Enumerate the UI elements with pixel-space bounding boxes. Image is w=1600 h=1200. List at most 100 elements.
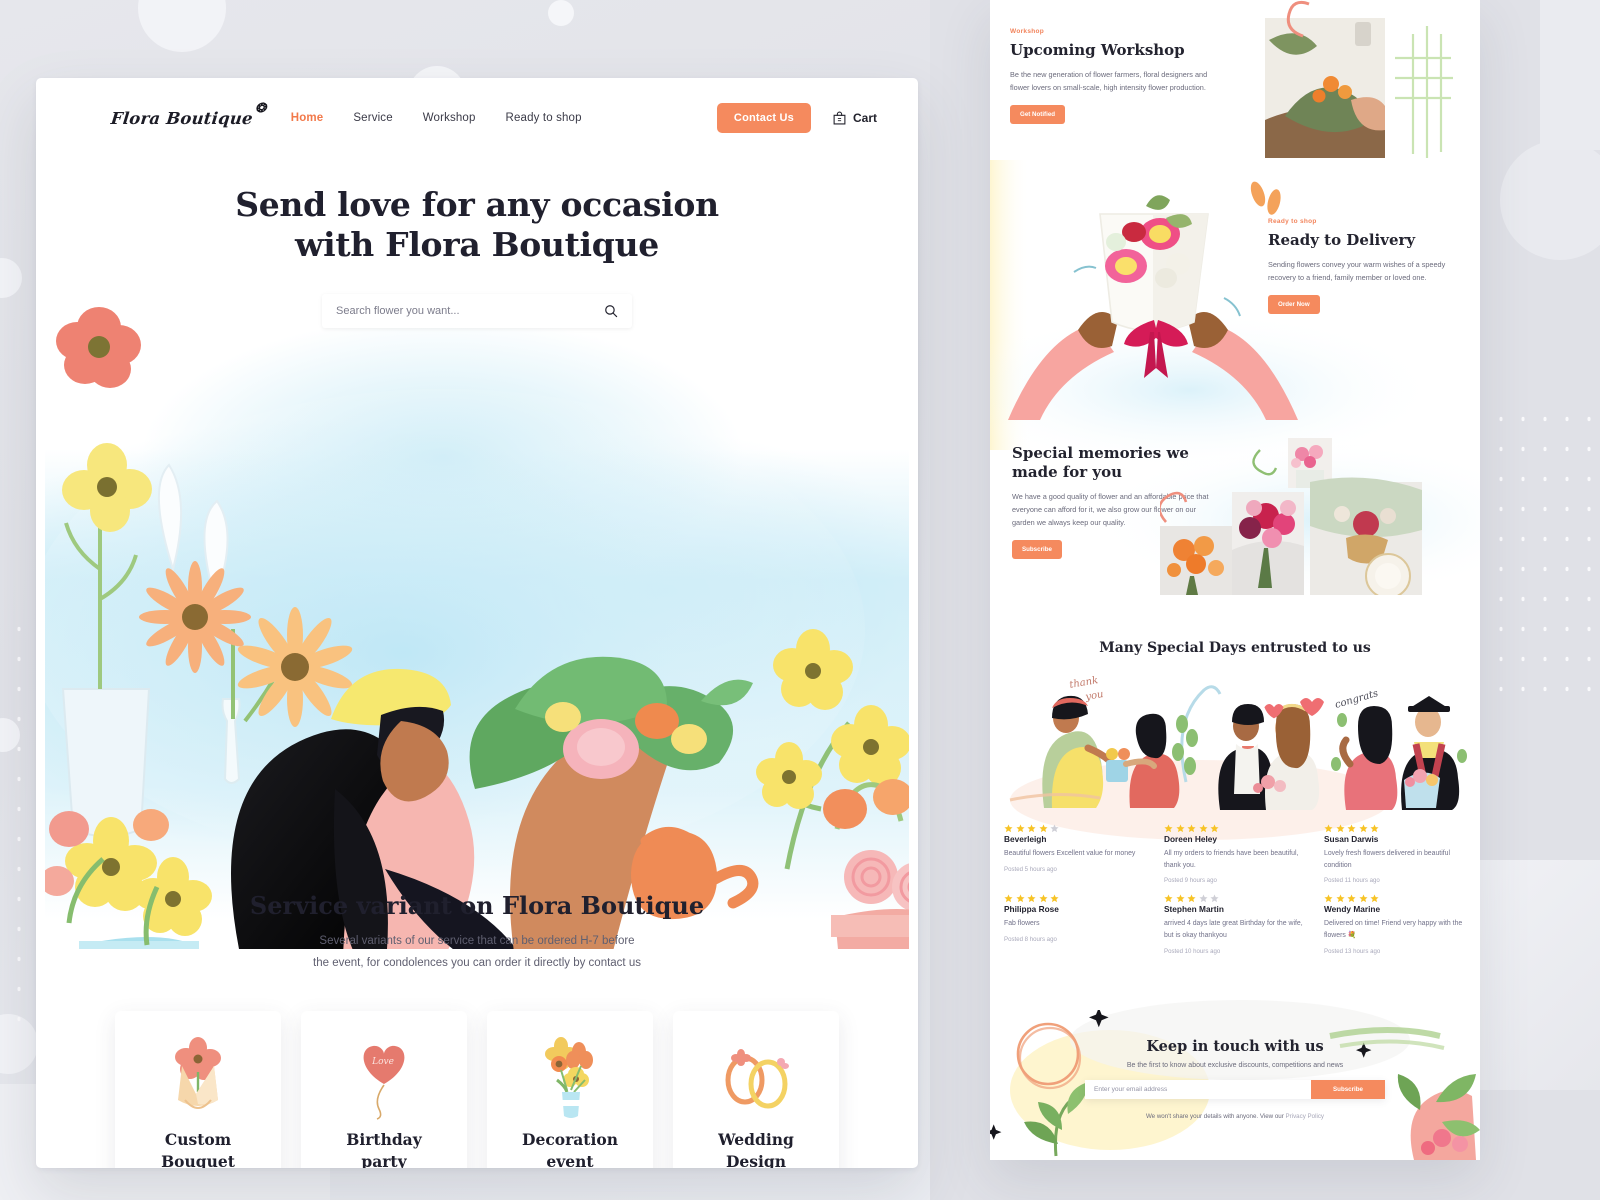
get-notified-button[interactable]: Get Notified [1010,104,1066,124]
reviews-grid: Beverleigh Beautiful flowers Excellent v… [1004,820,1474,955]
review-card: Susan Darwis Lovely fresh flowers delive… [1324,820,1474,884]
star-icon-empty [1050,824,1059,833]
hero-title-line2: with Flora Boutique [295,224,659,264]
butterfly-icon: ❂ [253,99,267,117]
star-icon [1038,894,1048,903]
hero-title: Send love for any occasion with Flora Bo… [45,149,909,264]
thank-you-caption: thank [1069,675,1099,691]
rating-stars [1004,820,1154,833]
service-cards: Custom Bouquet Love Birthday party Decor… [45,1010,909,1168]
special-days-heading: Many Special Days entrusted to us [1099,640,1371,656]
star-icon [1370,894,1379,903]
service-card-decoration-event[interactable]: Decoration event [487,1010,653,1168]
star-icon [1027,894,1036,903]
subscribe-memories-button[interactable]: Subscribe [1012,539,1062,559]
card-label-line2: event [546,1152,594,1168]
contact-us-button[interactable]: Contact Us [716,103,811,133]
scene-thank-you: thank you [1009,675,1180,808]
review-card: Stephen Martin arrived 4 days late great… [1164,890,1314,955]
special-days-illustration: thank you congrats [1009,675,1467,810]
hero-title-line1: Send love for any occasion [235,185,719,224]
star-icon [1335,824,1345,833]
decor-circle-small-1 [548,0,574,26]
service-card-birthday-party[interactable]: Love Birthday party [301,1010,467,1168]
nav-item-ready-to-shop[interactable]: Ready to shop [506,112,582,124]
review-text: Beautiful flowers Excellent value for mo… [1004,850,1136,857]
memories-gallery [1160,438,1422,595]
search-icon[interactable] [604,304,618,318]
logo[interactable]: Flora Boutique ❂ [110,100,267,128]
newsletter-email-input[interactable] [1085,1080,1311,1099]
hero-search-bar[interactable] [322,294,632,329]
homepage-bottom-preview: Workshop Upcoming Workshop Be the new ge… [990,0,1480,1160]
service-card-wedding-design[interactable]: Wedding Design [673,1010,839,1168]
flower-vase-icon [541,1035,599,1121]
nav-item-service[interactable]: Service [353,112,392,124]
card-label-line1: Birthday [346,1129,422,1149]
star-icon-empty [1198,894,1208,903]
rating-stars [1004,890,1154,903]
star-icon [1324,894,1333,903]
review-author: Philippa Rose [1004,904,1059,915]
star-icon [1370,824,1379,833]
service-card-label: Birthday party [346,1129,421,1168]
nav-item-workshop[interactable]: Workshop [423,112,476,124]
search-input[interactable] [336,305,604,318]
newsletter-content: Keep in touch with us Be the first to kn… [990,1010,1480,1120]
review-text: Lovely fresh flowers delivered in beauti… [1324,850,1451,869]
hero-section: Send love for any occasion with Flora Bo… [45,149,909,949]
review-time: Posted 10 hours ago [1164,947,1221,955]
review-time: Posted 8 hours ago [1004,936,1057,944]
scene-wedding [1172,685,1324,810]
star-icon [1358,824,1368,833]
service-card-label: Decoration event [522,1129,618,1168]
service-card-label: Custom Bouquet [161,1129,235,1168]
star-icon [1175,824,1185,833]
star-icon [1347,824,1356,833]
review-card: Wendy Marine Delivered on time! Friend v… [1324,890,1474,955]
order-now-button[interactable]: Order Now [1268,294,1320,314]
star-icon [1015,894,1025,903]
primary-nav: Home Service Workshop Ready to shop [291,112,582,124]
right-yellow-flowers [756,629,909,870]
review-text: arrived 4 days late great Birthday for t… [1164,920,1303,940]
newsletter-section: Keep in touch with us Be the first to kn… [990,1010,1480,1160]
hero-illustration [45,307,909,949]
card-label-line2: Design [725,1152,787,1168]
homepage-bottom-preview-frame: Workshop Upcoming Workshop Be the new ge… [990,0,1480,1160]
review-author: Beverleigh [1004,834,1047,844]
star-icon [1187,894,1196,903]
nav-item-home[interactable]: Home [291,112,324,124]
workshop-photo-content [1265,18,1385,158]
workshop-heading: Upcoming Workshop [1010,41,1185,59]
newsletter-subscribe-button[interactable]: Subscribe [1311,1080,1385,1099]
homepage-top-preview: Flora Boutique ❂ Home Service Workshop R… [45,87,909,1168]
gallery-photo-orange-roses [1160,526,1232,595]
newsletter-form: Subscribe [1085,1080,1385,1099]
star-icon-empty [1210,894,1219,903]
cart-bag-icon [833,111,846,125]
cart-button[interactable]: Cart [833,111,877,125]
delivery-body: Sending flowers convey your warm wishes … [1268,259,1446,283]
rating-stars [1324,890,1474,903]
star-icon [1027,824,1036,833]
workshop-eyebrow: Workshop [1010,28,1045,35]
service-heading: Service variant on Flora Boutique [249,891,705,920]
gallery-photo-bouquet [1232,492,1304,595]
star-icon [1004,824,1013,833]
workshop-photo-collage [1265,0,1453,158]
review-text: All my orders to friends have been beaut… [1164,850,1299,869]
star-icon [1335,894,1345,903]
privacy-policy-link[interactable]: Privacy Policy [1286,1113,1325,1120]
star-icon [1210,824,1219,833]
header-actions: Contact Us Cart [716,103,877,133]
site-header: Flora Boutique ❂ Home Service Workshop R… [45,87,909,149]
review-card: Doreen Heley All my orders to friends ha… [1164,820,1314,884]
card-label-line1: Decoration [522,1129,618,1149]
privacy-note-text: We won't share your details with anyone.… [1145,1113,1286,1120]
bouquet-icon [169,1035,227,1121]
service-section: Service variant on Flora Boutique Severa… [45,891,909,975]
service-card-custom-bouquet[interactable]: Custom Bouquet [115,1010,281,1168]
review-text: Delivered on time! Friend very happy wit… [1324,920,1463,940]
desktop-mockup-frame: Flora Boutique ❂ Home Service Workshop R… [36,78,918,1168]
